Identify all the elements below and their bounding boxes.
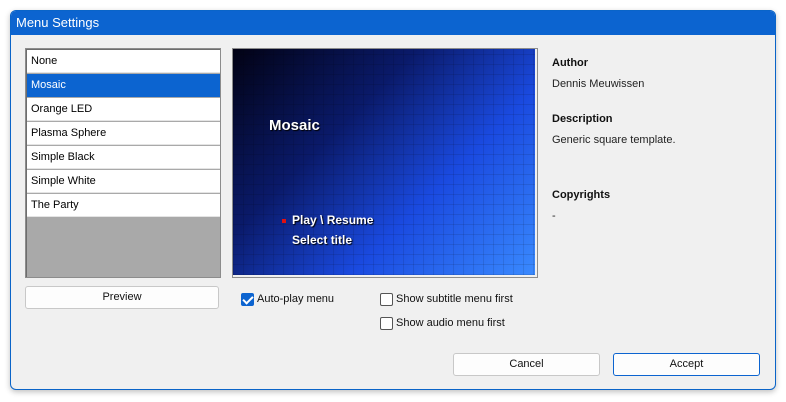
audio-first-label[interactable]: Show audio menu first [396,317,505,329]
author-label: Author [552,57,589,69]
subtitle-first-checkbox[interactable] [380,293,393,306]
list-item-none[interactable]: None [27,50,220,73]
copyrights-value: - [552,210,556,222]
description-value: Generic square template. [552,134,676,146]
autoplay-checkbox[interactable] [241,293,254,306]
mosaic-background [233,49,535,275]
copyrights-label: Copyrights [552,189,611,201]
preview-menu-item-select-title: Select title [292,233,353,247]
autoplay-label[interactable]: Auto-play menu [257,293,334,305]
list-item-mosaic[interactable]: Mosaic [27,74,220,97]
list-item-plasma-sphere[interactable]: Plasma Sphere [27,122,220,145]
list-item-orange-led[interactable]: Orange LED [27,98,220,121]
accept-button[interactable]: Accept [613,353,760,376]
menu-settings-dialog: Menu Settings None Mosaic Orange LED Pla… [10,10,776,390]
template-list[interactable]: None Mosaic Orange LED Plasma Sphere Sim… [25,48,221,278]
title-bar: Menu Settings [11,11,775,35]
preview-menu-item-play: Play \ Resume [292,213,374,227]
list-item-the-party[interactable]: The Party [27,194,220,217]
preview-title: Mosaic [269,117,320,134]
menu-preview: Mosaic Play \ Resume Select title [232,48,538,278]
subtitle-first-label[interactable]: Show subtitle menu first [396,293,513,305]
preview-button[interactable]: Preview [25,286,219,309]
selection-bullet-icon [282,219,286,223]
description-label: Description [552,113,613,125]
author-value: Dennis Meuwissen [552,78,645,90]
audio-first-checkbox[interactable] [380,317,393,330]
list-item-simple-black[interactable]: Simple Black [27,146,220,169]
list-item-simple-white[interactable]: Simple White [27,170,220,193]
window-title: Menu Settings [16,15,100,30]
cancel-button[interactable]: Cancel [453,353,600,376]
